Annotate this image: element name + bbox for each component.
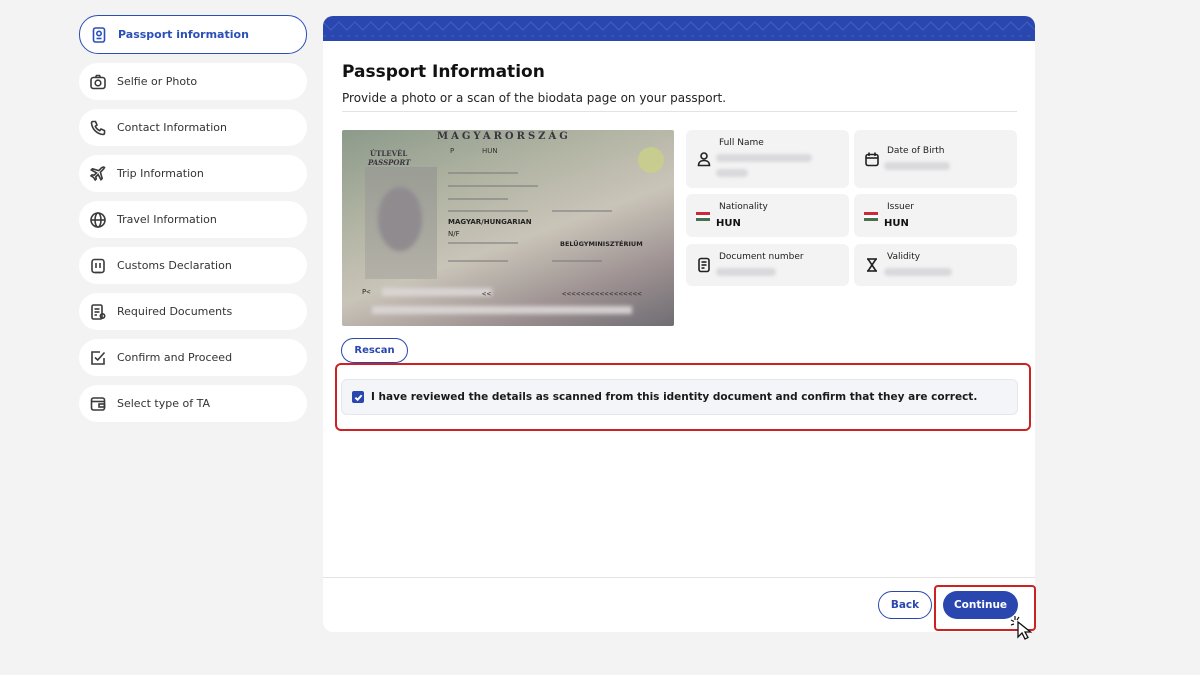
rescan-button[interactable]: Rescan: [341, 338, 408, 363]
blurred-mrz: [372, 306, 632, 314]
hungary-flag-icon: [864, 212, 878, 221]
header-banner: [323, 16, 1035, 41]
footer-divider: [323, 577, 1035, 578]
field-label: Date of Birth: [887, 146, 945, 156]
field-value: HUN: [716, 218, 741, 229]
sidebar-item-trip-information[interactable]: Trip Information: [79, 155, 307, 192]
field-label: Validity: [887, 252, 921, 262]
passport-header-text: MAGYARORSZÁG: [437, 131, 571, 142]
page-title: Passport Information: [342, 62, 545, 82]
sidebar-item-label: Trip Information: [117, 167, 204, 180]
sidebar-item-label: Required Documents: [117, 305, 233, 318]
passport-nationality: MAGYAR/HUNGARIAN: [448, 218, 532, 226]
blurred-line: [448, 172, 518, 174]
passport-mrz-mid: <<: [482, 290, 492, 298]
click-cursor-icon: [1010, 616, 1033, 640]
field-label: Document number: [719, 252, 804, 262]
field-issuer: Issuer HUN: [854, 194, 1017, 237]
hungary-flag-icon: [696, 212, 710, 221]
field-document-number: Document number: [686, 244, 849, 286]
customs-icon: [89, 257, 107, 275]
redacted-value: [716, 268, 776, 276]
passport-mrz-end: <<<<<<<<<<<<<<<<<: [562, 290, 643, 298]
blurred-line: [552, 260, 602, 262]
redacted-value: [884, 162, 950, 170]
sidebar-item-label: Select type of TA: [117, 397, 210, 410]
field-label: Full Name: [719, 138, 764, 148]
field-full-name: Full Name: [686, 130, 849, 188]
redacted-value: [716, 154, 812, 162]
field-value: HUN: [884, 218, 909, 229]
sidebar-item-travel-information[interactable]: Travel Information: [79, 201, 307, 238]
checkbox-icon: [89, 349, 107, 367]
passport-type: P: [450, 147, 455, 155]
sidebar-item-passport-information[interactable]: Passport information: [79, 15, 307, 54]
confirm-checkbox[interactable]: [352, 391, 364, 403]
sidebar-item-label: Contact Information: [117, 121, 227, 134]
sidebar-item-label: Passport information: [118, 28, 249, 41]
camera-icon: [89, 73, 107, 91]
blurred-line: [448, 210, 528, 212]
sidebar: Passport information Selfie or Photo Con…: [79, 15, 307, 431]
confirm-checkbox-row[interactable]: I have reviewed the details as scanned f…: [341, 379, 1018, 415]
phone-icon: [89, 119, 107, 137]
passport-sex: N/F: [448, 230, 460, 238]
redacted-value: [884, 268, 952, 276]
field-validity: Validity: [854, 244, 1017, 286]
person-icon: [696, 151, 712, 167]
document-icon: [89, 303, 107, 321]
sidebar-item-label: Customs Declaration: [117, 259, 232, 272]
hologram: [638, 147, 664, 173]
sidebar-item-customs-declaration[interactable]: Customs Declaration: [79, 247, 307, 284]
confirm-label: I have reviewed the details as scanned f…: [371, 391, 978, 403]
globe-icon: [89, 211, 107, 229]
sidebar-item-label: Travel Information: [117, 213, 217, 226]
page-subtitle: Provide a photo or a scan of the biodata…: [342, 91, 727, 105]
blurred-line: [448, 260, 508, 262]
back-button[interactable]: Back: [878, 591, 932, 619]
main-card: Passport Information Provide a photo or …: [323, 16, 1035, 632]
field-date-of-birth: Date of Birth: [854, 130, 1017, 188]
blurred-line: [448, 185, 538, 187]
passport-label-hu: ÚTLEVÉL: [370, 149, 408, 158]
passport-scan-image: MAGYARORSZÁG ÚTLEVÉL PASSPORT P HUN MAGY…: [342, 130, 674, 326]
field-nationality: Nationality HUN: [686, 194, 849, 237]
sidebar-item-confirm-and-proceed[interactable]: Confirm and Proceed: [79, 339, 307, 376]
document-icon: [696, 257, 712, 273]
sidebar-item-contact-information[interactable]: Contact Information: [79, 109, 307, 146]
sidebar-item-required-documents[interactable]: Required Documents: [79, 293, 307, 330]
blurred-mrz: [382, 288, 492, 296]
wallet-icon: [89, 395, 107, 413]
passport-country: HUN: [482, 147, 498, 155]
hourglass-icon: [864, 257, 880, 273]
sidebar-item-label: Confirm and Proceed: [117, 351, 233, 364]
sidebar-item-selfie-or-photo[interactable]: Selfie or Photo: [79, 63, 307, 100]
blurred-line: [448, 198, 508, 200]
passport-label-en: PASSPORT: [368, 158, 411, 167]
sidebar-item-select-type-of-ta[interactable]: Select type of TA: [79, 385, 307, 422]
passport-issuer: BELÜGYMINISZTÉRIUM: [560, 240, 643, 248]
airplane-icon: [89, 165, 107, 183]
passport-icon: [90, 26, 108, 44]
blurred-line: [448, 242, 518, 244]
field-label: Nationality: [719, 202, 768, 212]
calendar-icon: [864, 151, 880, 167]
passport-photo: [365, 167, 437, 279]
passport-mrz-start: P<: [362, 288, 371, 296]
divider: [342, 111, 1017, 112]
redacted-value: [716, 169, 748, 177]
field-label: Issuer: [887, 202, 914, 212]
blurred-line: [552, 210, 612, 212]
sidebar-item-label: Selfie or Photo: [117, 75, 198, 88]
